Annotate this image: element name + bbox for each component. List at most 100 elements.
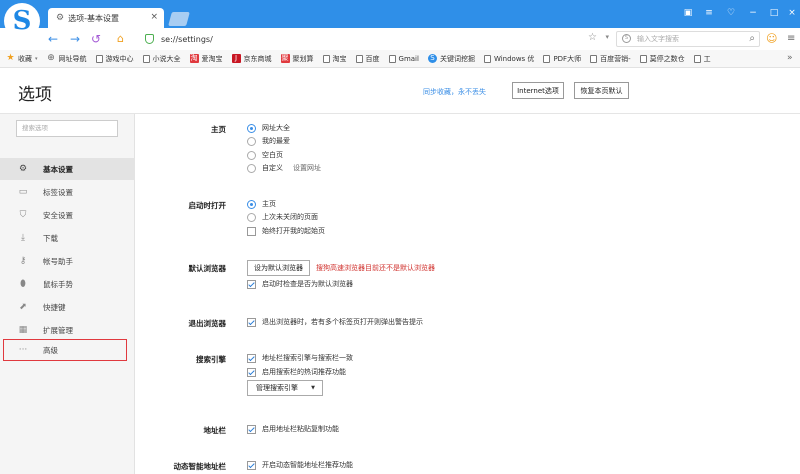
homepage-option-favorites[interactable]: 我的最爱: [247, 136, 290, 146]
shield-icon: ⛉: [19, 210, 27, 220]
doc-icon: [639, 54, 647, 63]
feedback-button[interactable]: ♡: [724, 6, 738, 20]
bookmark-item[interactable]: PDF大师: [543, 54, 581, 64]
minimize-button[interactable]: −: [746, 6, 760, 20]
bookmark-item[interactable]: S 关键词挖掘: [427, 54, 475, 64]
bookmark-item[interactable]: 百度: [355, 54, 380, 64]
close-window-button[interactable]: ×: [786, 6, 798, 20]
sidebar-item-extensions[interactable]: ▦ 扩展管理: [0, 319, 135, 341]
radio-button[interactable]: [247, 123, 256, 133]
sidebar-item-basic[interactable]: ⚙ 基本设置: [0, 158, 135, 180]
homepage-option-blank[interactable]: 空白页: [247, 150, 283, 160]
checkbox[interactable]: [247, 317, 256, 327]
homepage-option-hao[interactable]: 网址大全: [247, 123, 290, 133]
dropdown-icon[interactable]: ▾: [605, 33, 609, 41]
checkbox[interactable]: [247, 279, 256, 289]
radio-button[interactable]: [247, 212, 256, 222]
bookmark-item[interactable]: Gmail: [388, 54, 419, 63]
doc-icon: [693, 54, 701, 63]
radio-button[interactable]: [247, 199, 256, 209]
bookmark-item[interactable]: Windows 优: [483, 54, 534, 64]
bookmark-item[interactable]: ⊕ 网址导航: [47, 54, 86, 64]
back-icon[interactable]: ←: [48, 31, 58, 47]
more-icon: ···: [18, 345, 28, 355]
bookmark-item[interactable]: 聚聚划算: [280, 54, 314, 64]
sidebar: 搜索选项 ⚙ 基本设置 ▭ 标签设置 ⛉ 安全设置 ⤓ 下载 ⚷ 帐号助手 ⬮ 鼠标手势 ⬈…: [0, 114, 135, 474]
address-bar-paste-copy[interactable]: 启用地址栏粘贴复制功能: [247, 424, 339, 434]
search-hot-words[interactable]: 启用搜索栏的热词推荐功能: [247, 367, 346, 377]
bookmark-item[interactable]: 小说大全: [142, 54, 181, 64]
doc-icon: [355, 54, 363, 63]
homepage-option-custom[interactable]: 自定义 设置网址: [247, 163, 321, 173]
undo-icon[interactable]: ↺: [91, 31, 101, 47]
exit-browser-label: 退出浏览器: [188, 319, 227, 328]
bookmarks-more-button[interactable]: »: [787, 53, 793, 63]
search-placeholder: 输入文字搜索: [637, 35, 679, 43]
forward-icon[interactable]: →: [70, 31, 80, 47]
search-engine-icon[interactable]: S: [622, 34, 631, 43]
new-tab-button[interactable]: [168, 12, 190, 26]
bookmark-star-icon[interactable]: ☆: [588, 32, 597, 43]
set-default-browser-button[interactable]: 设为默认浏览器: [247, 260, 310, 276]
sidebar-item-shortcuts[interactable]: ⬈ 快捷键: [0, 296, 135, 318]
search-input[interactable]: S 输入文字搜索 ⌕: [616, 31, 760, 47]
taobao-icon: 淘: [189, 54, 199, 63]
radio-button[interactable]: [247, 163, 256, 173]
home-icon[interactable]: ⌂: [117, 31, 124, 47]
mouse-icon: ⬮: [20, 279, 26, 289]
browser-logo[interactable]: S: [4, 3, 40, 39]
navigation-bar: ← → ↺ ⌂ se://settings/ ☆ ▾ S 输入文字搜索 ⌕ ☺ …: [0, 28, 800, 50]
checkbox[interactable]: [247, 353, 256, 363]
radio-button[interactable]: [247, 150, 256, 160]
sidebar-item-tabs[interactable]: ▭ 标签设置: [0, 181, 135, 203]
checkbox[interactable]: [247, 226, 256, 236]
sync-link[interactable]: 同步收藏，永不丢失: [423, 87, 486, 97]
menu-button[interactable]: ≡: [702, 6, 716, 20]
smart-address-bar-enable[interactable]: 开启动态智能地址栏推荐功能: [247, 460, 353, 470]
sidebar-item-account[interactable]: ⚷ 帐号助手: [0, 250, 135, 272]
search-icon[interactable]: ⌕: [749, 33, 755, 44]
tab-close-button[interactable]: ×: [150, 12, 158, 22]
emoji-icon[interactable]: ☺: [766, 31, 777, 47]
check-default-on-start[interactable]: 启动时检查是否为默认浏览器: [247, 279, 353, 289]
restore-defaults-button[interactable]: 恢复本页默认: [574, 82, 629, 99]
sidebar-search-input[interactable]: 搜索选项: [16, 120, 118, 137]
maximize-button[interactable]: □: [767, 6, 781, 20]
search-engine-label: 搜索引擎: [196, 355, 226, 364]
sidebar-item-advanced[interactable]: ··· 高级: [3, 339, 127, 361]
sogou-icon: S: [427, 54, 437, 63]
radio-button[interactable]: [247, 136, 256, 146]
checkbox[interactable]: [247, 367, 256, 377]
internet-options-button[interactable]: Internet选项: [512, 82, 564, 99]
tab-settings[interactable]: ⚙ 选项-基本设置 ×: [48, 8, 164, 28]
doc-icon: [590, 54, 598, 63]
address-bar[interactable]: se://settings/ ☆ ▾: [140, 31, 610, 47]
bookmark-item[interactable]: 工: [693, 54, 711, 64]
checkbox[interactable]: [247, 424, 256, 434]
sidebar-item-download[interactable]: ⤓ 下载: [0, 227, 135, 249]
bookmark-item[interactable]: 淘宝: [322, 54, 347, 64]
address-input[interactable]: se://settings/: [161, 35, 213, 44]
checkbox[interactable]: [247, 460, 256, 470]
startup-option-last-session[interactable]: 上次未关闭的页面: [247, 212, 318, 222]
manage-search-engines-dropdown[interactable]: 管理搜索引擎 ▼: [247, 380, 323, 396]
sidebar-item-mouse-gesture[interactable]: ⬮ 鼠标手势: [0, 273, 135, 295]
set-url-link[interactable]: 设置网址: [293, 163, 321, 173]
page-header: 选项 同步收藏，永不丢失 Internet选项 恢复本页默认: [0, 68, 800, 114]
bookmark-item[interactable]: 莫停之数仓: [639, 54, 685, 64]
download-icon: ⤓: [21, 233, 25, 243]
bookmark-item[interactable]: 游戏中心: [95, 54, 134, 64]
bookmark-item[interactable]: ★ 收藏 ▾: [6, 54, 37, 64]
sidebar-item-security[interactable]: ⛉ 安全设置: [0, 204, 135, 226]
shortcut-icon: ⬈: [19, 302, 27, 312]
startup-option-home[interactable]: 主页: [247, 199, 276, 209]
startup-always-open-start[interactable]: 始终打开我的起始页: [247, 226, 325, 236]
skin-button[interactable]: ▣: [681, 6, 695, 20]
juhuasuan-icon: 聚: [280, 54, 290, 63]
bookmark-item[interactable]: 淘爱淘宝: [189, 54, 223, 64]
exit-warn-multi-tabs[interactable]: 退出浏览器时，若有多个标签页打开则弹出警告提示: [247, 317, 423, 327]
menu-dots-icon[interactable]: ≡: [787, 31, 795, 47]
bookmark-item[interactable]: 百度营销-: [590, 54, 631, 64]
search-engine-sync[interactable]: 地址栏搜索引擎与搜索栏一致: [247, 353, 353, 363]
bookmark-item[interactable]: J 京东商城: [231, 54, 272, 64]
